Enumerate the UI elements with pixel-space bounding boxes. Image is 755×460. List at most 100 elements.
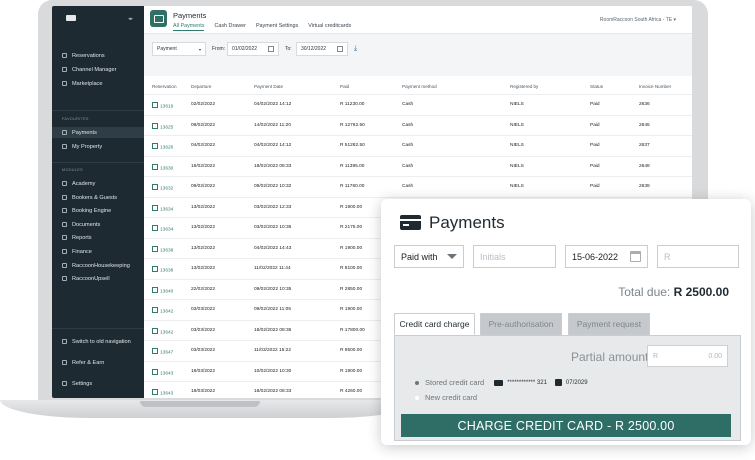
reservation-link[interactable]: 13642 <box>152 328 173 335</box>
expiry-calendar-icon <box>554 379 562 386</box>
table-row[interactable]: 13626 04/02/2022 04/02/2022 14:12 R 51282.5… <box>144 135 692 156</box>
sidebar-item-label: My Property <box>72 143 103 150</box>
card-expiry: 07/2029 <box>565 379 588 386</box>
table-cell: Paid <box>590 122 600 128</box>
column-header[interactable]: Departure <box>191 84 211 89</box>
from-date-input[interactable]: 01/02/2022 <box>227 42 279 56</box>
sidebar-item-settings[interactable]: Settings <box>60 378 144 389</box>
sidebar-item-booking-engine[interactable]: Booking Engine <box>60 205 144 216</box>
sidebar-item-documents[interactable]: Documents <box>60 219 144 230</box>
sidebar-item-channel-manager[interactable]: Channel Manager <box>60 64 144 75</box>
reservation-link[interactable]: 13619 <box>152 102 173 110</box>
payment-modal: Payments Paid with Initials 15-06-2022 R… <box>381 199 751 445</box>
account-selector[interactable]: RoomRaccoon South Africa - TE ▾ <box>600 17 676 23</box>
radio-unselected-icon[interactable] <box>415 395 419 400</box>
reservation-link[interactable]: 13625 <box>152 123 173 130</box>
from-label: From: <box>212 46 226 52</box>
reservation-link[interactable]: 13643 <box>152 389 173 397</box>
sidebar-item-label: Reports <box>72 234 92 241</box>
sidebar-item-bookers-guests[interactable]: Bookers & Guests <box>60 192 144 203</box>
account-name: RoomRaccoon South Africa - TE <box>599 17 673 23</box>
tab-payment-request[interactable]: Payment request <box>568 313 650 335</box>
table-cell: 22/02/2022 <box>191 286 216 292</box>
table-cell: R 17800.00 <box>340 327 365 333</box>
column-header[interactable]: Payment method <box>402 84 437 89</box>
table-cell: R 11760.00 <box>340 184 365 189</box>
table-cell: 09/02/2022 11:05 <box>254 307 291 312</box>
new-card-option[interactable]: New credit card <box>415 393 477 402</box>
table-cell: Cash <box>402 143 414 148</box>
sidebar-item-switch-navigation[interactable]: Switch to old navigation <box>60 336 144 347</box>
column-header[interactable]: Registered by <box>510 84 538 89</box>
stored-card-option[interactable]: Stored credit card ************ 321 07/2… <box>415 378 588 387</box>
reservation-link[interactable]: 13632 <box>152 184 173 192</box>
reservation-link[interactable]: 13638 <box>152 246 173 253</box>
column-header[interactable]: Status <box>590 84 603 89</box>
sidebar-item-refer-earn[interactable]: Refer & Earn <box>60 357 144 368</box>
table-cell: 09/02/2022 10:35 <box>254 286 292 292</box>
download-icon[interactable]: ⤓ <box>354 45 357 53</box>
tab-cash-drawer[interactable]: Cash Drawer <box>214 23 245 31</box>
radio-selected-icon[interactable] <box>415 380 419 385</box>
payment-date-input[interactable]: 15-06-2022 <box>565 245 648 268</box>
sidebar-item-finance[interactable]: Finance <box>60 246 144 257</box>
property-icon <box>62 144 67 149</box>
tab-pre-authorisation[interactable]: Pre-authorisation <box>480 313 562 335</box>
table-cell: 18/02/2022 08:33 <box>254 389 292 394</box>
favourites-header: FAVOURITES <box>62 117 89 121</box>
reservation-link[interactable]: 13626 <box>152 143 173 151</box>
paid-with-select[interactable]: Paid with <box>394 245 464 268</box>
column-header[interactable]: Paid <box>340 84 349 89</box>
amount-input[interactable]: R <box>657 245 739 268</box>
sidebar-item-payments[interactable]: Payments <box>52 127 144 138</box>
partial-amount-input[interactable]: R 0.00 <box>647 345 728 367</box>
table-row[interactable]: 13630 16/02/2022 18/02/2022 08:33 R 11395.0… <box>144 155 692 177</box>
table-cell: 2645 <box>639 122 650 128</box>
reservation-link[interactable]: 13630 <box>152 164 173 171</box>
sidebar-item-academy[interactable]: Academy <box>60 178 144 189</box>
initials-input[interactable]: Initials <box>473 245 556 268</box>
stored-card-label: Stored credit card <box>425 378 485 387</box>
payment-type-select[interactable]: Payment ▾ <box>152 42 206 56</box>
sidebar-item-housekeeping[interactable]: RaccoonHousekeeping <box>60 260 144 271</box>
charge-credit-card-button[interactable]: CHARGE CREDIT CARD - R 2500.00 <box>401 414 731 437</box>
table-cell: Paid <box>590 143 600 148</box>
total-due: Total due: R 2500.00 <box>618 285 729 299</box>
paid-with-value: Paid with <box>401 251 438 262</box>
reservation-link[interactable]: 13638 <box>152 266 173 274</box>
sidebar-item-reservations[interactable]: Reservations <box>60 50 144 61</box>
channel-manager-icon <box>62 67 67 72</box>
reservation-link[interactable]: 13640 <box>152 287 173 294</box>
column-header[interactable]: Invoice Number <box>639 84 671 89</box>
calendar-icon <box>630 251 641 262</box>
table-cell: 03/03/2022 <box>191 348 216 353</box>
tab-all-payments[interactable]: All Payments <box>173 23 205 31</box>
partial-amount-value: 0.00 <box>708 352 722 360</box>
from-date-value: 01/02/2022 <box>232 46 258 52</box>
reservation-link[interactable]: 13642 <box>152 307 173 315</box>
reservation-link[interactable]: 13634 <box>152 225 173 233</box>
table-row[interactable]: 13619 02/02/2022 04/02/2022 14:12 R 11230.0… <box>144 94 692 115</box>
table-row[interactable]: 13632 09/02/2022 09/02/2022 10:32 R 11760.0… <box>144 176 692 197</box>
total-due-value: R 2500.00 <box>673 285 729 299</box>
to-date-input[interactable]: 30/12/2022 <box>296 42 348 56</box>
sidebar-item-upsell[interactable]: RaccoonUpsell <box>60 273 144 284</box>
card-brand-icon <box>494 379 504 386</box>
tab-payment-settings[interactable]: Payment Settings <box>256 23 298 31</box>
collapse-sidebar-icon[interactable]: ◂▸ <box>128 16 133 22</box>
reservation-link[interactable]: 13634 <box>152 205 173 212</box>
table-cell: NIELS <box>510 143 524 148</box>
table-cell: R 1900.00 <box>340 307 363 312</box>
sidebar-item-marketplace[interactable]: Marketplace <box>60 78 144 89</box>
reservation-link[interactable]: 13647 <box>152 348 173 356</box>
table-row[interactable]: 13625 08/02/2022 14/02/2022 11:20 R 12762.5… <box>144 114 692 136</box>
column-header[interactable]: Payment Date <box>254 84 283 89</box>
payment-type-value: Payment <box>157 46 177 52</box>
table-cell: 09/02/2022 10:32 <box>254 184 292 189</box>
reservation-link[interactable]: 13643 <box>152 369 173 376</box>
sidebar-item-reports[interactable]: Reports <box>60 232 144 243</box>
column-header[interactable]: Reservation <box>152 84 177 89</box>
tab-virtual-creditcards[interactable]: Virtual creditcards <box>308 23 351 31</box>
sidebar-item-my-property[interactable]: My Property <box>60 141 144 152</box>
tab-credit-card-charge[interactable]: Credit card charge <box>394 313 475 335</box>
